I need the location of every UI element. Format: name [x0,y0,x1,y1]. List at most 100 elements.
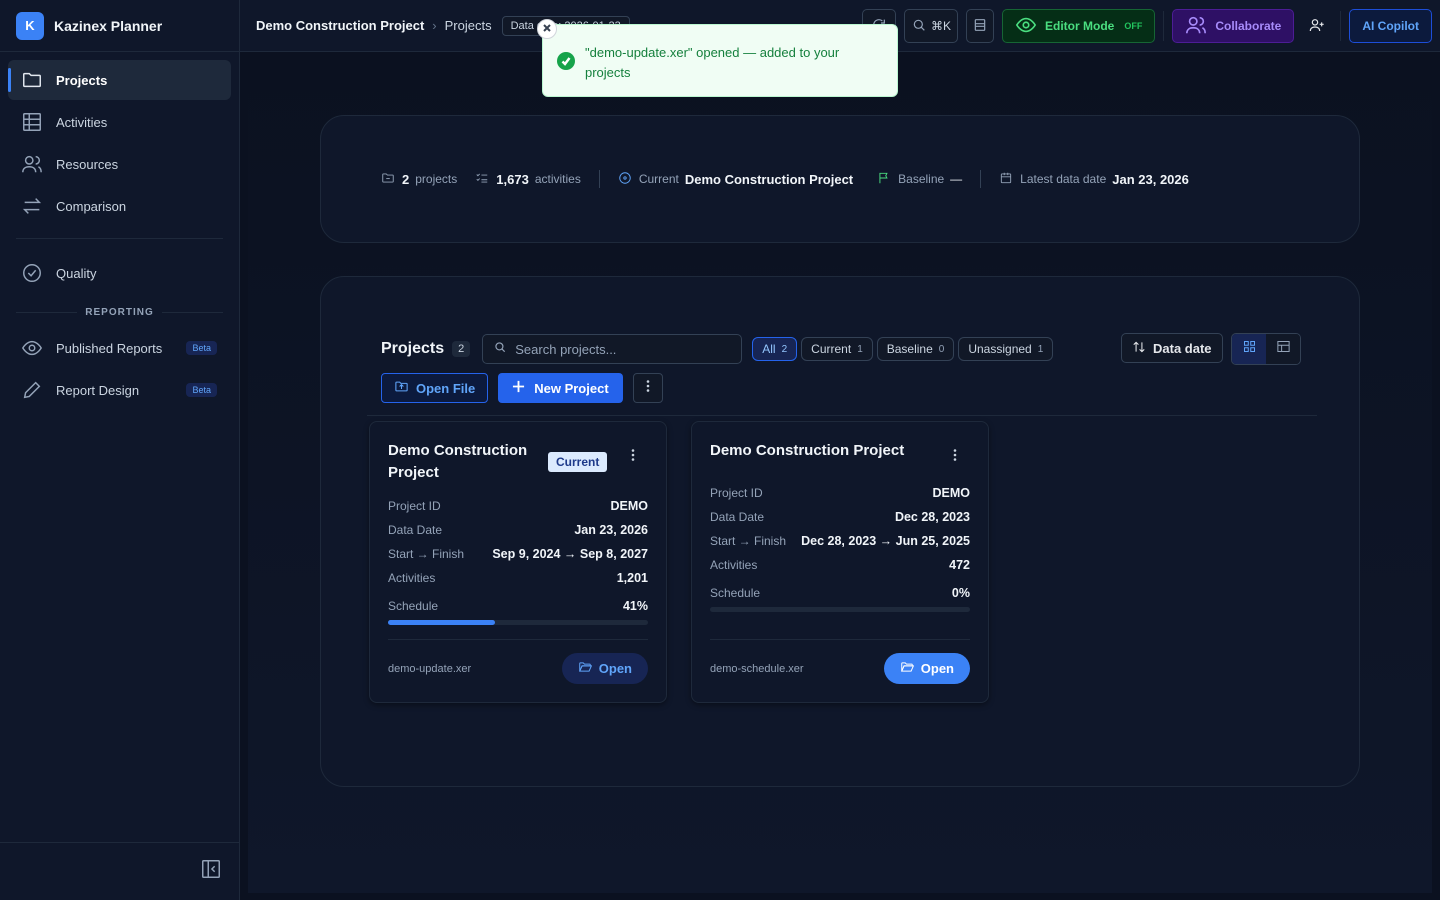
section-label-text: REPORTING [85,307,154,318]
sidebar-item-published-reports[interactable]: Published Reports Beta [8,328,231,368]
row-label: Activities [388,571,436,585]
row-start-finish: Start → Finish Sep 9, 2024 → Sep 8, 2027 [388,547,648,561]
breadcrumb-project[interactable]: Demo Construction Project [256,18,424,33]
folder-open-icon [578,660,599,677]
progress-fill [388,620,495,625]
row-schedule: Schedule 0% [710,586,970,600]
table-icon [20,110,44,134]
search-input[interactable] [515,341,736,357]
row-label: Activities [710,558,758,572]
file-name: demo-update.xer [388,663,472,675]
editor-mode-state: OFF [1124,21,1143,31]
sidebar-item-resources[interactable]: Resources [8,144,231,184]
checklist-icon [475,171,496,188]
command-search-button[interactable]: ⌘K [904,9,958,43]
sort-button[interactable]: Data date [1121,333,1223,363]
divider [980,170,982,188]
collaborate-button[interactable]: Collaborate [1172,9,1295,43]
users-icon [1185,14,1215,39]
row-schedule: Schedule 41% [388,599,648,613]
card-menu-button[interactable] [948,448,962,462]
editor-mode-toggle[interactable]: Editor Mode OFF [1002,9,1156,43]
filter-count: 1 [1037,343,1044,355]
stat-label: Latest data date [1020,172,1107,186]
stat-label: Baseline [898,172,945,186]
layout-button[interactable] [966,9,994,43]
sort-icon [1132,340,1153,357]
arrows-swap-icon [20,194,44,218]
invite-user-button[interactable] [1302,9,1332,43]
row-label: Schedule [388,599,439,613]
more-options-button[interactable] [632,373,663,403]
sidebar-item-label: Published Reports [56,340,163,356]
folder-upload-icon [394,379,416,397]
stat-value: Jan 23, 2026 [1112,171,1189,187]
open-project-button[interactable]: Open [561,653,648,684]
section-label-reporting: REPORTING [16,307,223,318]
collapse-sidebar-button[interactable] [0,842,240,900]
sidebar-item-projects[interactable]: Projects [8,60,231,100]
sidebar-item-activities[interactable]: Activities [8,102,231,142]
project-title: Demo Construction Project [388,442,528,481]
row-value: Jan 23, 2026 [574,523,648,537]
grid-view-button[interactable] [1232,334,1266,364]
row-label: Schedule [710,586,761,600]
view-toggle [1231,333,1301,365]
filter-unassigned[interactable]: Unassigned 1 [958,337,1054,361]
sidebar-collapse-icon [200,858,222,885]
open-file-label: Open File [416,380,476,396]
filter-chips: All 2 Current 1 Baseline 0 Unassigned 1 [752,337,1057,361]
breadcrumb-page[interactable]: Projects [445,18,492,33]
stat-latest-data-date: Latest data date Jan 23, 2026 [999,171,1195,188]
top-actions: ⌘K Editor Mode OFF Collaborate AI Copilo… [854,9,1432,43]
stat-label: Current [638,172,679,186]
eye-icon [20,336,44,360]
row-activities: Activities 1,201 [388,571,648,585]
divider [16,238,223,239]
target-icon [618,171,639,188]
file-name: demo-schedule.xer [710,663,804,675]
projects-title: Projects [381,340,445,357]
sidebar-item-comparison[interactable]: Comparison [8,186,231,226]
projects-count-badge: 2 [452,341,471,357]
pencil-icon [20,378,44,402]
stat-value: — [950,172,963,186]
row-value: DEMO [932,486,971,500]
card-menu-button[interactable] [626,448,640,462]
sidebar-item-label: Report Design [56,382,140,398]
current-badge: Current [548,452,608,472]
filter-count: 1 [857,343,863,355]
divider [388,639,648,640]
row-data-date: Data Date Dec 28, 2023 [710,510,970,524]
stat-baseline: Baseline — [877,171,962,188]
table-icon [1276,339,1291,359]
project-card[interactable]: Demo Construction Project Project ID DEMO… [691,421,989,703]
project-search[interactable] [482,334,743,364]
sidebar-item-label: Quality [56,265,97,281]
sidebar-item-quality[interactable]: Quality [8,253,231,293]
search-icon [493,340,507,359]
project-card[interactable]: Demo Construction Project Current Projec… [369,421,667,703]
more-vertical-icon [641,379,655,398]
success-toast: "demo-update.xer" opened — added to your… [537,19,898,97]
sidebar-item-report-design[interactable]: Report Design Beta [8,370,231,410]
stat-current: Current Demo Construction Project [618,171,859,188]
folder-icon [381,171,402,188]
table-view-button[interactable] [1266,334,1300,364]
users-icon [20,152,44,176]
open-project-button[interactable]: Open [883,653,970,684]
ai-copilot-button[interactable]: AI Copilot [1349,9,1432,43]
filter-current[interactable]: Current 1 [801,337,873,361]
filter-all[interactable]: All 2 [752,337,798,361]
filter-baseline[interactable]: Baseline 0 [876,337,955,361]
new-project-button[interactable]: New Project [498,373,623,403]
stat-activities: 1,673 activities [475,171,581,188]
app-logo: K [16,11,44,40]
open-file-button[interactable]: Open File [381,373,489,403]
row-value: 1,201 [616,571,648,585]
search-icon [911,17,927,36]
stat-projects: 2 projects [381,171,457,188]
brand[interactable]: K Kazinex Planner [0,0,239,52]
toast-close-button[interactable] [537,19,557,39]
plus-icon [512,380,534,396]
